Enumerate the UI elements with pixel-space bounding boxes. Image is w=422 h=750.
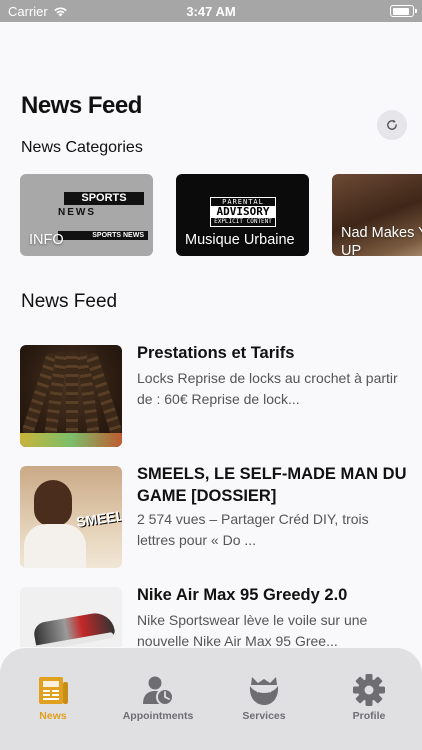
person-clock-icon (140, 672, 176, 708)
tab-news[interactable]: News (0, 648, 106, 750)
feed-item-title: SMEELS, LE SELF-MADE MAN DU GAME [DOSSIE… (137, 465, 407, 505)
tab-bar: News Appointments Services Profile (0, 648, 422, 750)
feed-thumbnail (20, 345, 122, 447)
status-time: 3:47 AM (186, 4, 236, 19)
sports-logo-bottom: SPORTS NEWS (92, 232, 144, 239)
tab-label: Services (242, 710, 286, 722)
categories-carousel[interactable]: SPORTS NEWS SPORTS NEWS INFO PARENTAL AD… (0, 170, 422, 262)
thumbnail-text: SMEELS (75, 506, 122, 530)
tab-profile[interactable]: Profile (316, 648, 422, 750)
feed-title: News Feed (21, 291, 118, 312)
category-card-info[interactable]: SPORTS NEWS SPORTS NEWS INFO (20, 174, 153, 256)
category-label: Nad Makes Y UP (341, 224, 422, 256)
refresh-icon (387, 119, 397, 130)
status-bar: Carrier 3:47 AM (0, 0, 422, 22)
feed-item-title: Prestations et Tarifs (137, 344, 295, 362)
tab-label: Appointments (122, 710, 194, 722)
feed-thumbnail: SMEELS (20, 466, 122, 568)
tab-appointments[interactable]: Appointments (105, 648, 211, 750)
category-label-line1: Nad Makes Y (341, 225, 422, 241)
sports-logo-bar: SPORTS NEWS (58, 231, 148, 240)
beard-icon (246, 672, 282, 708)
category-label: Musique Urbaine (185, 232, 295, 248)
feed-thumbnail (20, 587, 122, 647)
category-label: INFO (29, 232, 64, 248)
tab-label: Profile (352, 710, 386, 722)
parental-advisory-logo: PARENTAL ADVISORY EXPLICIT CONTENT (210, 197, 276, 227)
advisory-line3: EXPLICIT CONTENT (214, 218, 272, 225)
feed-item[interactable]: Nike Air Max 95 Greedy 2.0 Nike Sportswe… (0, 577, 422, 647)
feed-item-description: 2 574 vues – Partager Créd DIY, trois le… (137, 511, 369, 548)
category-card-nad-makes[interactable]: Nad Makes Y UP (332, 174, 422, 256)
feed-item-description: Nike Sportswear lève le voile sur une no… (137, 612, 368, 647)
tab-label: News (39, 710, 67, 722)
tab-services[interactable]: Services (211, 648, 317, 750)
category-card-musique-urbaine[interactable]: PARENTAL ADVISORY EXPLICIT CONTENT Musiq… (176, 174, 309, 256)
feed-item-description: Locks Reprise de locks au crochet à part… (137, 370, 398, 407)
sports-logo-news: NEWS (58, 207, 96, 218)
page-title: News Feed (21, 92, 142, 119)
sports-logo-top: SPORTS (64, 192, 144, 205)
advisory-line2: ADVISORY (211, 206, 275, 218)
feed-item[interactable]: SMEELS SMEELS, LE SELF-MADE MAN DU GAME … (0, 456, 422, 568)
news-feed-list[interactable]: Prestations et Tarifs Locks Reprise de l… (0, 335, 422, 647)
gear-icon (351, 672, 387, 708)
category-label-line2: UP (341, 243, 362, 256)
refresh-button[interactable] (377, 110, 407, 140)
categories-title: News Categories (21, 139, 143, 156)
feed-item[interactable]: Prestations et Tarifs Locks Reprise de l… (0, 335, 422, 447)
newspaper-icon (35, 672, 71, 708)
feed-item-title: Nike Air Max 95 Greedy 2.0 (137, 586, 348, 604)
battery-icon (390, 5, 417, 17)
